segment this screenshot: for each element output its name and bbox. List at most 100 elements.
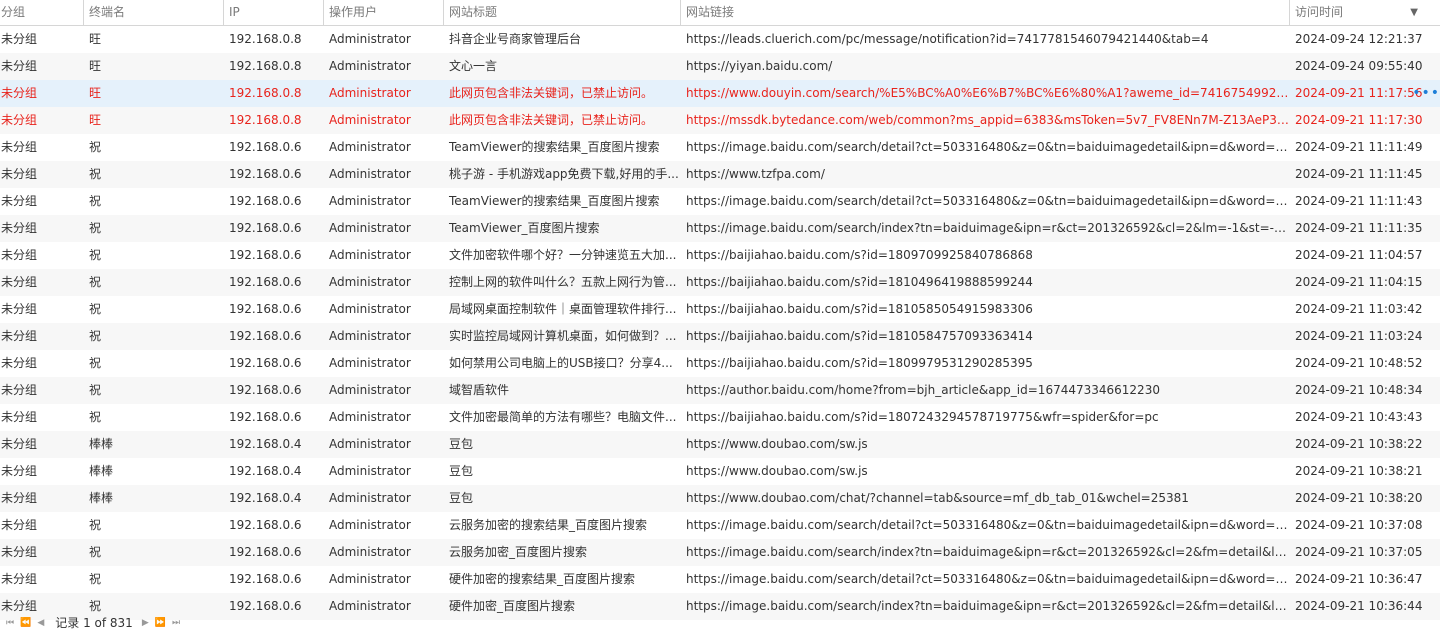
column-header-title[interactable]: 网站标题: [444, 0, 681, 25]
cell-terminal: 祝: [89, 572, 102, 586]
cell-url: https://leads.cluerich.com/pc/message/no…: [686, 32, 1209, 46]
cell-group: 未分组: [1, 248, 38, 262]
next-page-group-icon[interactable]: ⏩: [152, 614, 169, 633]
column-header-terminal[interactable]: 终端名: [84, 0, 224, 25]
table-row[interactable]: 未分组 祝 192.168.0.6 Administrator TeamViewer的搜…: [0, 188, 1440, 215]
pager: ⏮ ⏪ ◀ 记录 1 of 831 ▶ ⏩ ⏭: [0, 614, 1440, 633]
column-header-ip[interactable]: IP: [224, 0, 324, 25]
cell-user: Administrator: [329, 491, 411, 505]
cell-title: 文心一言: [449, 59, 498, 73]
cell-group: 未分组: [1, 437, 38, 451]
cell-terminal: 祝: [89, 194, 102, 208]
cell-terminal: 棒棒: [89, 437, 114, 451]
column-header-group[interactable]: 分组: [0, 0, 84, 25]
next-page-icon[interactable]: ▶: [139, 614, 152, 633]
cell-terminal: 祝: [89, 302, 102, 316]
cell-url: https://author.baidu.com/home?from=bjh_a…: [686, 383, 1160, 397]
sort-descending-icon[interactable]: ▼: [1410, 0, 1418, 25]
cell-group: 未分组: [1, 383, 38, 397]
cell-ip: 192.168.0.4: [229, 464, 302, 478]
table-row[interactable]: 未分组 祝 192.168.0.6 Administrator 实时监控局域网计算机桌面…: [0, 323, 1440, 350]
table-row[interactable]: 未分组 祝 192.168.0.6 Administrator 域智盾软件 https:/…: [0, 377, 1440, 404]
table-row[interactable]: 未分组 祝 192.168.0.6 Administrator 局域网桌面控制软件｜桌面…: [0, 296, 1440, 323]
column-header-url[interactable]: 网站链接: [681, 0, 1290, 25]
cell-ip: 192.168.0.6: [229, 356, 302, 370]
cell-time: 2024-09-21 11:04:57: [1295, 248, 1423, 262]
cell-terminal: 祝: [89, 140, 102, 154]
cell-group: 未分组: [1, 410, 38, 424]
table-row[interactable]: 未分组 祝 192.168.0.6 Administrator 文件加密软件哪个好？一分…: [0, 242, 1440, 269]
cell-time: 2024-09-24 09:55:40: [1295, 59, 1423, 73]
cell-time: 2024-09-21 10:36:47: [1295, 572, 1423, 586]
cell-time: 2024-09-21 11:03:24: [1295, 329, 1423, 343]
cell-ip: 192.168.0.6: [229, 572, 302, 586]
table-row[interactable]: 未分组 祝 192.168.0.6 Administrator 如何禁用公司电脑上的US…: [0, 350, 1440, 377]
previous-page-icon[interactable]: ◀: [34, 614, 47, 633]
cell-title: 豆包: [449, 491, 474, 505]
cell-user: Administrator: [329, 275, 411, 289]
table-row[interactable]: 未分组 祝 192.168.0.6 Administrator TeamViewer_百…: [0, 215, 1440, 242]
cell-url: https://www.douyin.com/search/%E5%BC%A0%…: [686, 86, 1290, 100]
cell-user: Administrator: [329, 329, 411, 343]
cell-url: https://baijiahao.baidu.com/s?id=1809709…: [686, 248, 1033, 262]
cell-terminal: 祝: [89, 545, 102, 559]
cell-ip: 192.168.0.6: [229, 167, 302, 181]
cell-time: 2024-09-21 11:17:30: [1295, 113, 1423, 127]
cell-title: 控制上网的软件叫什么？五款上网行为管...: [449, 275, 677, 289]
cell-title: 硬件加密的搜索结果_百度图片搜索: [449, 572, 636, 586]
table-row[interactable]: 未分组 棒棒 192.168.0.4 Administrator 豆包 https://w…: [0, 431, 1440, 458]
table-row[interactable]: 未分组 祝 192.168.0.6 Administrator TeamViewer的搜…: [0, 134, 1440, 161]
cell-url: https://image.baidu.com/search/detail?ct…: [686, 140, 1290, 154]
more-options-icon[interactable]: •••: [1412, 80, 1440, 107]
cell-title: 此网页包含非法关键词，已禁止访问。: [449, 86, 654, 100]
cell-group: 未分组: [1, 356, 38, 370]
cell-group: 未分组: [1, 59, 38, 73]
cell-ip: 192.168.0.6: [229, 410, 302, 424]
cell-ip: 192.168.0.6: [229, 140, 302, 154]
cell-user: Administrator: [329, 32, 411, 46]
cell-time: 2024-09-21 11:04:15: [1295, 275, 1423, 289]
table-row[interactable]: 未分组 祝 192.168.0.6 Administrator 文件加密最简单的方法有哪…: [0, 404, 1440, 431]
cell-time: 2024-09-21 10:38:20: [1295, 491, 1423, 505]
cell-url: https://baijiahao.baidu.com/s?id=1810496…: [686, 275, 1033, 289]
cell-group: 未分组: [1, 194, 38, 208]
cell-user: Administrator: [329, 383, 411, 397]
table-row[interactable]: 未分组 祝 192.168.0.6 Administrator 云服务加密的搜索结果_百…: [0, 512, 1440, 539]
cell-title: 文件加密最简单的方法有哪些？电脑文件...: [449, 410, 677, 424]
cell-user: Administrator: [329, 437, 411, 451]
cell-group: 未分组: [1, 113, 38, 127]
table-row[interactable]: 未分组 祝 192.168.0.6 Administrator 云服务加密_百度图片搜索…: [0, 539, 1440, 566]
cell-ip: 192.168.0.4: [229, 491, 302, 505]
table-row[interactable]: 未分组 旺 192.168.0.8 Administrator 抖音企业号商家管理后台 h…: [0, 26, 1440, 53]
table-row[interactable]: 未分组 旺 192.168.0.8 Administrator 此网页包含非法关键词，已…: [0, 107, 1440, 134]
cell-time: 2024-09-21 10:38:22: [1295, 437, 1423, 451]
cell-group: 未分组: [1, 545, 38, 559]
table-row[interactable]: 未分组 祝 192.168.0.6 Administrator 硬件加密的搜索结果_百度…: [0, 566, 1440, 593]
table-row[interactable]: 未分组 棒棒 192.168.0.4 Administrator 豆包 https://w…: [0, 485, 1440, 512]
cell-title: 云服务加密_百度图片搜索: [449, 545, 588, 559]
table-row[interactable]: 未分组 祝 192.168.0.6 Administrator 桃子游 - 手机游戏ap…: [0, 161, 1440, 188]
table-row[interactable]: 未分组 棒棒 192.168.0.4 Administrator 豆包 https://w…: [0, 458, 1440, 485]
table-row[interactable]: 未分组 祝 192.168.0.6 Administrator 控制上网的软件叫什么？五…: [0, 269, 1440, 296]
column-header-time[interactable]: 访问时间 ▼: [1290, 0, 1440, 25]
cell-title: 桃子游 - 手机游戏app免费下载,好用的手...: [449, 167, 679, 181]
cell-title: TeamViewer_百度图片搜索: [449, 221, 600, 235]
cell-time: 2024-09-21 11:11:45: [1295, 167, 1423, 181]
cell-url: https://image.baidu.com/search/detail?ct…: [686, 518, 1290, 532]
cell-ip: 192.168.0.8: [229, 86, 302, 100]
cell-url: https://baijiahao.baidu.com/s?id=1810584…: [686, 329, 1033, 343]
last-page-icon[interactable]: ⏭: [169, 614, 183, 633]
table-row[interactable]: 未分组 旺 192.168.0.8 Administrator 文心一言 https://…: [0, 53, 1440, 80]
previous-page-group-icon[interactable]: ⏪: [17, 614, 34, 633]
cell-url: https://www.doubao.com/sw.js: [686, 437, 868, 451]
cell-time: 2024-09-24 12:21:37: [1295, 32, 1423, 46]
first-page-icon[interactable]: ⏮: [0, 614, 17, 633]
table-row[interactable]: 未分组 旺 192.168.0.8 Administrator 此网页包含非法关键词，已…: [0, 80, 1440, 107]
cell-title: TeamViewer的搜索结果_百度图片搜索: [449, 194, 660, 208]
cell-terminal: 旺: [89, 86, 102, 100]
cell-user: Administrator: [329, 140, 411, 154]
cell-ip: 192.168.0.6: [229, 329, 302, 343]
column-header-user[interactable]: 操作用户: [324, 0, 444, 25]
cell-ip: 192.168.0.6: [229, 302, 302, 316]
column-header-time-label: 访问时间: [1295, 5, 1344, 19]
